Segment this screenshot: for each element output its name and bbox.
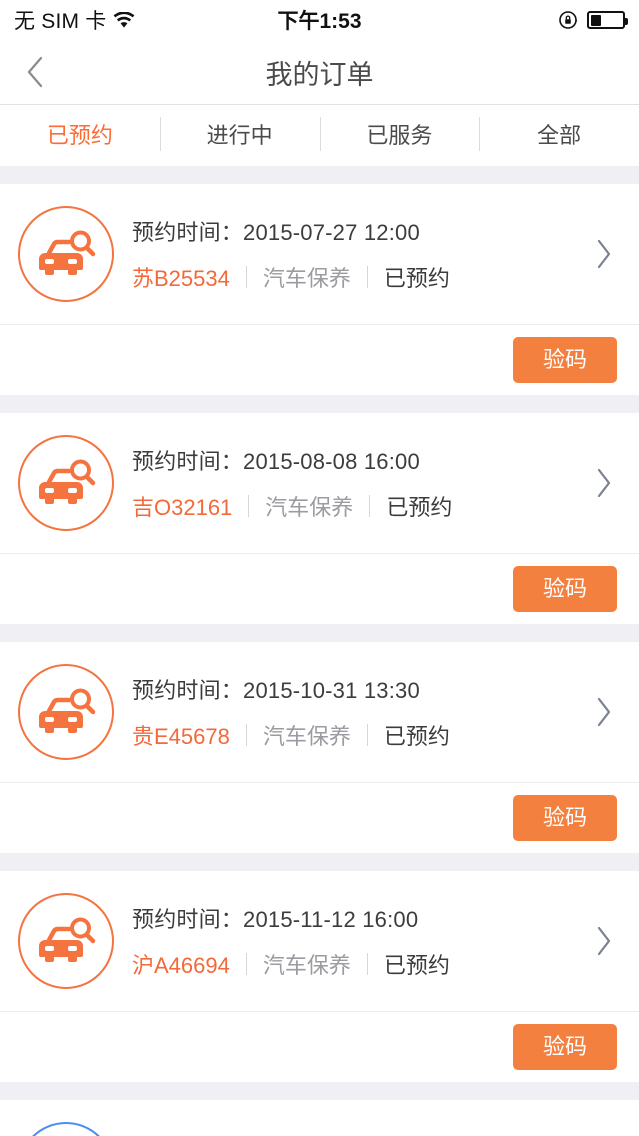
license-plate: 苏B25534 [132,266,230,291]
order-info: 预约时间：2015-08-08 16:00 吉O32161 汽车保养 已预约 [132,444,569,522]
order-time-row: 预约时间：2015-07-27 12:00 [132,215,569,247]
carrier-label: 无 SIM 卡 [14,10,107,33]
order-status-tabs: 已预约 进行中 已服务 全部 [0,105,639,166]
service-type: 汽车保养 [262,266,351,291]
chevron-right-icon[interactable] [569,696,639,728]
page-title: 我的订单 [265,59,374,90]
order-time-value: 2015-11-12 16:00 [243,907,419,932]
order-card[interactable]: 预约时间：2015-11-12 16:00 沪A46694 汽车保养 已预约验码 [0,871,639,1082]
rotation-lock-icon [558,10,578,30]
meta-divider [245,266,247,288]
order-time-value: 2015-08-08 16:00 [243,449,420,474]
verify-code-button[interactable]: 验码 [512,1024,617,1070]
status-badge: 已预约 [383,724,450,749]
spray-gun-icon [18,1122,114,1136]
order-card-main[interactable]: 预约时间：2015-08-08 16:00 吉O32161 汽车保养 已预约 [0,413,639,553]
meta-divider [248,495,250,517]
order-card[interactable]: 预约时间：2015-08-08 16:00 吉O32161 汽车保养 已预约验码 [0,413,639,624]
status-badge: 已预约 [383,953,450,978]
verify-code-button[interactable]: 验码 [512,566,617,612]
status-bar-left: 无 SIM 卡 [14,5,135,35]
car-inspection-icon [18,664,114,760]
license-plate: 贵E45678 [132,724,230,749]
order-info: 预约时间：2015-10-31 13:30 贵E45678 汽车保养 已预约 [132,673,569,751]
order-info: 预约时间：2015-07-27 12:00 苏B25534 汽车保养 已预约 [132,215,569,293]
list-gap [0,166,639,184]
license-plate: 吉O32161 [132,495,233,520]
order-meta-row: 沪A46694 汽车保养 已预约 [132,948,569,980]
tab-label: 已服务 [366,123,433,148]
order-time-row: 预约时间：2015-11-12 16:00 [132,902,569,934]
tab-serviced[interactable]: 已服务 [319,105,480,163]
service-type: 汽车保养 [262,953,351,978]
verify-code-button[interactable]: 验码 [512,795,617,841]
meta-divider [366,266,368,288]
meta-divider [369,495,371,517]
service-type: 汽车保养 [265,495,354,520]
order-card[interactable]: 预约时间：2015-07-27 12:00 苏B25534 汽车保养 已预约验码 [0,184,639,395]
order-card-main[interactable]: 预约时间：2015-10-31 13:30 贵E45678 汽车保养 已预约 [0,642,639,782]
order-meta-row: 贵E45678 汽车保养 已预约 [132,719,569,751]
list-gap [0,395,639,413]
order-time-value: 2015-07-27 12:00 [243,220,420,245]
tab-in-progress[interactable]: 进行中 [159,105,320,163]
order-time-row: 预约时间：2015-08-08 16:00 [132,444,569,476]
chevron-right-icon[interactable] [569,467,639,499]
meta-divider [366,953,368,975]
order-meta-row: 吉O32161 汽车保养 已预约 [132,490,569,522]
navigation-bar: 我的订单 [0,40,639,105]
list-gap [0,853,639,871]
order-card-actions: 验码 [0,1012,639,1082]
order-time-label: 预约时间： [132,678,244,703]
order-card-actions: 验码 [0,783,639,853]
status-bar: 无 SIM 卡 下午1:53 [0,0,639,40]
order-card-main[interactable]: 预约时间：2015-11-12 16:00 沪A46694 汽车保养 已预约 [0,871,639,1011]
car-inspection-icon [18,206,114,302]
chevron-left-icon [26,56,44,88]
status-badge: 已预约 [383,266,450,291]
tab-reserved[interactable]: 已预约 [0,105,160,166]
chevron-right-icon[interactable] [569,238,639,270]
tabs-underline-track [0,163,639,166]
tab-all[interactable]: 全部 [479,105,639,163]
order-card-main[interactable]: 预约时间：2015-11-26 10:00云y36579漆面修复已预约 [0,1100,639,1136]
meta-divider [366,724,368,746]
order-info: 预约时间：2015-11-12 16:00 沪A46694 汽车保养 已预约 [132,902,569,980]
order-time-value: 2015-10-31 13:30 [243,678,420,703]
list-gap [0,624,639,642]
order-card-main[interactable]: 预约时间：2015-07-27 12:00 苏B25534 汽车保养 已预约 [0,184,639,324]
order-time-label: 预约时间： [132,220,244,245]
battery-icon [587,11,628,29]
order-time-row: 预约时间：2015-11-26 10:00 [132,1131,569,1136]
chevron-right-icon[interactable] [569,925,639,957]
wifi-icon [113,11,135,29]
tab-label: 全部 [537,123,582,148]
service-type: 汽车保养 [262,724,351,749]
order-list-screen: 无 SIM 卡 下午1:53 我的订单 已预约 进行中 已服务 全部 预约时间：… [0,0,639,1136]
car-inspection-icon [18,893,114,989]
order-time-row: 预约时间：2015-10-31 13:30 [132,673,569,705]
tab-label: 进行中 [206,123,273,148]
verify-code-button[interactable]: 验码 [512,337,617,383]
tab-label: 已预约 [46,123,113,148]
back-button[interactable] [0,40,70,105]
status-badge: 已预约 [386,495,453,520]
status-bar-right [558,10,628,30]
order-time-label: 预约时间： [132,907,244,932]
order-card[interactable]: 预约时间：2015-11-26 10:00云y36579漆面修复已预约验码 [0,1100,639,1136]
meta-divider [245,953,247,975]
meta-divider [245,724,247,746]
order-card-actions: 验码 [0,554,639,624]
order-list[interactable]: 预约时间：2015-07-27 12:00 苏B25534 汽车保养 已预约 验码 预约时… [0,166,639,1136]
order-meta-row: 苏B25534 汽车保养 已预约 [132,261,569,293]
order-time-label: 预约时间： [132,449,244,474]
list-gap [0,1082,639,1100]
license-plate: 沪A46694 [132,953,230,978]
order-info: 预约时间：2015-11-26 10:00云y36579漆面修复已预约 [132,1131,569,1136]
car-inspection-icon [18,435,114,531]
order-card[interactable]: 预约时间：2015-10-31 13:30 贵E45678 汽车保养 已预约验码 [0,642,639,853]
order-card-actions: 验码 [0,325,639,395]
